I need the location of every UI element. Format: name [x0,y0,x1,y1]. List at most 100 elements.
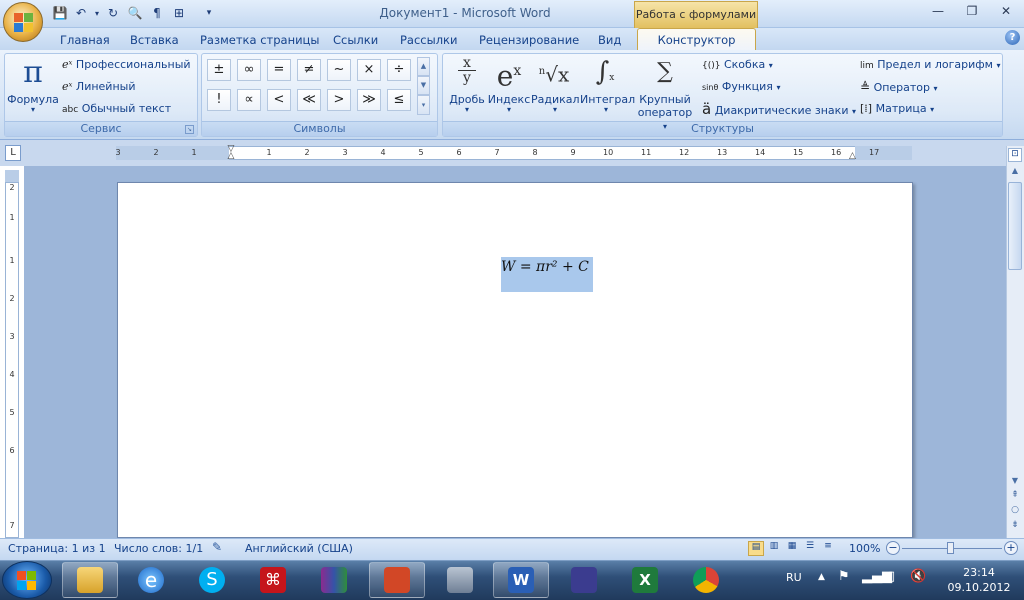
select-browse-object-icon[interactable]: ○ [1008,505,1022,517]
indent-marker-icon[interactable]: ▽ △ [226,145,236,162]
symbol-less-than[interactable]: < [267,89,291,111]
taskbar-save[interactable] [556,562,612,598]
tab-references[interactable]: Ссылки [333,32,378,48]
scroll-thumb[interactable] [1008,182,1022,270]
taskbar-chrome[interactable] [678,562,734,598]
full-screen-reading-icon[interactable]: ▥ [766,541,782,556]
office-button[interactable] [3,2,43,42]
zoom-in-icon[interactable]: + [1004,541,1018,555]
large-operator-button[interactable]: Крупный оператор ▾ [634,93,696,133]
integral-button[interactable]: Интеграл ▾ [580,93,635,114]
minimize-icon[interactable]: — [924,2,952,20]
accent-button[interactable]: ä Диакритические знаки ▾ [702,100,856,118]
taskbar-skype[interactable]: S [184,562,240,598]
language-indicator[interactable]: RU [786,571,802,584]
word-count[interactable]: Число слов: 1/1 [114,542,203,555]
taskbar-word[interactable]: W [493,562,549,598]
index-button[interactable]: Индекс ▾ [487,93,531,114]
symbol-plus-minus[interactable]: ± [207,59,231,81]
symbol-proportional[interactable]: ∝ [237,89,261,111]
gallery-scroll-up-icon[interactable]: ▲ [417,57,430,76]
document-page[interactable] [117,182,913,538]
print-layout-icon[interactable]: ▤ [748,541,764,556]
limit-log-button[interactable]: lim Предел и логарифм ▾ [860,56,1000,74]
gallery-more-icon[interactable]: ▾ [417,95,430,115]
print-preview-icon[interactable]: 🔍 [126,4,144,22]
view-ruler-icon[interactable]: ⊡ [1008,148,1022,162]
next-page-icon[interactable]: ⇟ [1008,520,1022,532]
radical-button[interactable]: Радикал ▾ [531,93,580,114]
fraction-button[interactable]: Дробь ▾ [446,93,488,114]
save-icon[interactable]: 💾 [51,4,69,22]
device-icon[interactable]: ▯ [888,569,895,584]
close-icon[interactable]: ✕ [992,2,1020,20]
taskbar-acrobat[interactable]: ⌘ [245,562,301,598]
symbol-tilde[interactable]: ~ [327,59,351,81]
maximize-icon[interactable]: ❐ [958,2,986,20]
professional-button[interactable]: eˣ Профессиональный [62,56,191,74]
symbol-much-greater[interactable]: ≫ [357,89,381,111]
taskbar-excel[interactable]: X [617,562,673,598]
help-icon[interactable]: ? [1005,30,1020,45]
redo-icon[interactable]: ↻ [104,4,122,22]
start-button[interactable] [2,561,52,599]
pdf-icon: ⌘ [260,567,286,593]
tab-insert[interactable]: Вставка [130,32,179,48]
zoom-level[interactable]: 100% [849,542,880,555]
page-count[interactable]: Страница: 1 из 1 [8,542,106,555]
gallery-scroll-down-icon[interactable]: ▼ [417,76,430,95]
scroll-up-icon[interactable]: ▲ [1008,166,1022,180]
plain-text-button[interactable]: abc Обычный текст [62,100,171,118]
tab-view[interactable]: Вид [598,32,621,48]
previous-page-icon[interactable]: ⇞ [1008,490,1022,502]
pilcrow-icon[interactable]: ¶ [148,4,166,22]
tab-page-layout[interactable]: Разметка страницы [200,32,319,48]
symbol-greater-than[interactable]: > [327,89,351,111]
formula-button[interactable]: Формула ▾ [7,93,59,114]
symbol-factorial[interactable]: ! [207,89,231,111]
right-indent-marker-icon[interactable]: △ [849,151,856,161]
tray-clock[interactable]: 23:14 09.10.2012 [944,565,1014,595]
taskbar-explorer[interactable] [62,562,118,598]
scroll-down-icon[interactable]: ▼ [1008,476,1022,488]
draw-table-icon[interactable]: ⊞ [170,4,188,22]
matrix-button[interactable]: [⁞] Матрица ▾ [860,100,934,118]
bracket-button[interactable]: {()} Скобка ▾ [702,56,773,74]
web-layout-icon[interactable]: ▦ [784,541,800,556]
equation-text[interactable]: W = πr² + C [501,259,593,275]
taskbar-winrar[interactable] [306,562,362,598]
taskbar-calculator[interactable] [432,562,488,598]
symbol-divide[interactable]: ÷ [387,59,411,81]
symbol-equals[interactable]: = [267,59,291,81]
plain-text-label: Обычный текст [81,102,172,115]
zoom-slider-thumb[interactable] [947,542,954,554]
tab-review[interactable]: Рецензирование [479,32,579,48]
show-hidden-icons-icon[interactable]: ▲ [818,572,825,582]
zoom-out-icon[interactable]: − [886,541,900,555]
customize-qat-icon[interactable]: ▾ [200,4,218,22]
tab-design[interactable]: Конструктор [637,28,756,51]
linear-button[interactable]: eˣ Линейный [62,78,135,96]
dialog-launcher-icon[interactable]: ↘ [185,125,194,134]
outline-icon[interactable]: ☰ [802,541,818,556]
proofing-icon[interactable]: ✎ [212,540,222,554]
taskbar-ie[interactable]: e [123,562,179,598]
symbol-infinity[interactable]: ∞ [237,59,261,81]
symbol-much-less[interactable]: ≪ [297,89,321,111]
tab-mailings[interactable]: Рассылки [400,32,457,48]
action-center-icon[interactable]: ⚑ [838,569,850,584]
symbol-less-equal[interactable]: ≤ [387,89,411,111]
pi-icon: π [23,55,43,90]
symbol-not-equal[interactable]: ≠ [297,59,321,81]
symbol-times[interactable]: × [357,59,381,81]
operator-label: Оператор [873,81,931,94]
tab-stop-selector-icon[interactable]: L [5,145,21,161]
tab-home[interactable]: Главная [60,32,110,48]
volume-muted-icon[interactable]: 🔇 [910,569,926,584]
vertical-ruler[interactable] [5,182,19,538]
taskbar-powerpoint[interactable] [369,562,425,598]
operator-button[interactable]: ≜ Оператор ▾ [860,78,938,96]
language-status[interactable]: Английский (США) [245,542,353,555]
function-button[interactable]: sinθ Функция ▾ [702,78,780,96]
draft-icon[interactable]: ≡ [820,541,836,556]
